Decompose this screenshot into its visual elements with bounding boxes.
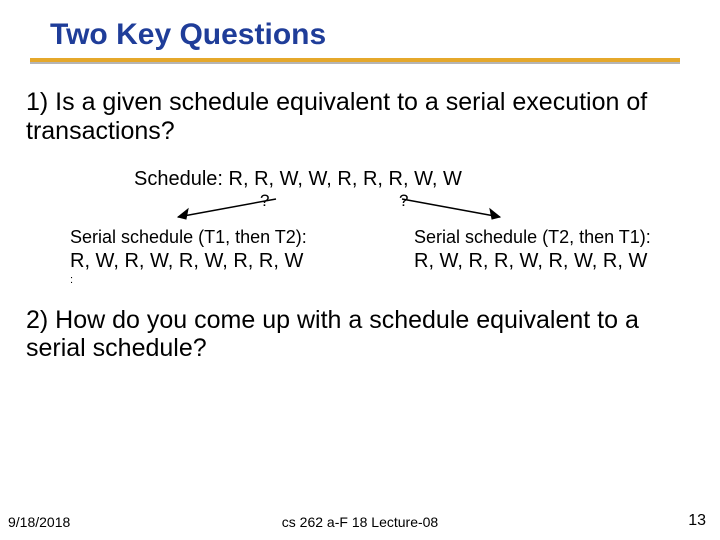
schedule-prefix: Schedule: [134,168,223,190]
schedule-line: Schedule: R, R, W, W, R, R, R, W, W [134,168,700,191]
arrow-right-icon [396,195,516,223]
arrows-row: ? ? [134,193,700,225]
question-1: 1) Is a given schedule equivalent to a s… [20,88,700,146]
serial-right-sequence: R, W, R, R, W, R, W, R, W [414,250,694,273]
slide-title: Two Key Questions [50,18,680,52]
title-area: Two Key Questions [0,18,720,52]
serial-left-trailing: : [70,274,350,286]
arrow-left-icon [164,195,284,223]
footer-date: 9/18/2018 [8,514,70,530]
question-2: 2) How do you come up with a schedule eq… [20,306,700,364]
serial-left-sequence: R, W, R, W, R, W, R, R, W [70,250,350,273]
serial-left-label: Serial schedule (T1, then T2): [70,227,350,248]
schedule-block: Schedule: R, R, W, W, R, R, R, W, W ? ? [20,168,700,225]
serial-columns: Serial schedule (T1, then T2): R, W, R, … [20,227,700,286]
content-area: 1) Is a given schedule equivalent to a s… [0,64,720,363]
slide: Two Key Questions 1) Is a given schedule… [0,0,720,540]
serial-right-label: Serial schedule (T2, then T1): [414,227,694,248]
footer-page-number: 13 [688,512,706,530]
serial-right-column: Serial schedule (T2, then T1): R, W, R, … [414,227,694,286]
footer-center: cs 262 a-F 18 Lecture-08 [282,514,438,530]
serial-left-column: Serial schedule (T1, then T2): R, W, R, … [70,227,350,286]
schedule-sequence: R, R, W, W, R, R, R, W, W [229,168,462,190]
